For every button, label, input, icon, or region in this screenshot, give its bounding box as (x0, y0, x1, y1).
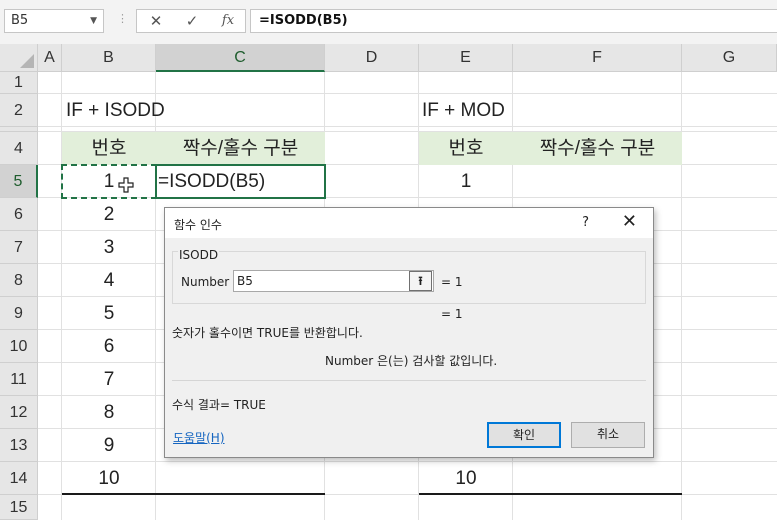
active-cell-formula: =ISODD(B5) (158, 171, 266, 192)
row-header-9[interactable]: 9 (0, 297, 38, 330)
row-header-1[interactable]: 1 (0, 72, 38, 94)
table-cell[interactable]: 8 (62, 396, 156, 429)
formula-bar: B5 ▼ ⋮ ✕ ✓ fx =ISODD(B5) (0, 0, 777, 45)
row-header-7[interactable]: 7 (0, 231, 38, 264)
close-icon[interactable]: ✕ (622, 211, 637, 232)
function-name: ISODD (178, 248, 220, 262)
row-header-8[interactable]: 8 (0, 264, 38, 297)
row-header-4[interactable]: 4 (0, 132, 38, 165)
table-cell[interactable]: 5 (62, 297, 156, 330)
right-table-title[interactable]: IF + MOD (422, 94, 505, 127)
formula-input[interactable]: =ISODD(B5) (250, 9, 777, 33)
row-header-2[interactable]: 2 (0, 94, 38, 127)
function-description: 숫자가 홀수이면 TRUE를 반환합니다. (172, 326, 363, 340)
cell-cursor-icon (118, 177, 134, 193)
column-header-e[interactable]: E (419, 44, 513, 72)
argument-value-preview: = 1 (441, 275, 463, 289)
chevron-down-icon[interactable]: ▼ (90, 10, 97, 32)
select-all-corner[interactable] (0, 44, 38, 72)
help-icon[interactable]: ? (582, 215, 589, 230)
function-value-preview: = 1 (441, 307, 463, 321)
column-header-a[interactable]: A (38, 44, 62, 72)
row-header-14[interactable]: 14 (0, 462, 38, 495)
ok-button[interactable]: 확인 (487, 422, 561, 448)
argument-label: Number (181, 275, 230, 289)
more-options-icon: ⋮ (117, 12, 128, 25)
table-cell[interactable]: 10 (62, 462, 156, 495)
enter-icon[interactable]: ✓ (177, 10, 207, 32)
table-cell[interactable]: 10 (419, 462, 513, 495)
dialog-title: 함수 인수 (174, 218, 222, 232)
row-header-10[interactable]: 10 (0, 330, 38, 363)
table-bottom-border (419, 493, 682, 495)
column-header-g[interactable]: G (682, 44, 777, 72)
function-arguments-dialog: 함수 인수 ? ✕ ISODD Number B5 ⭱ = 1 = 1 숫자가 … (164, 207, 654, 458)
divider (172, 380, 646, 381)
cancel-button[interactable]: 취소 (571, 422, 645, 448)
table-bottom-border (62, 493, 325, 495)
table-cell[interactable]: 3 (62, 231, 156, 264)
left-table-title[interactable]: IF + ISODD (66, 94, 165, 127)
name-box-value: B5 (11, 13, 29, 28)
help-link[interactable]: 도움말(H) (173, 429, 225, 446)
row-header-13[interactable]: 13 (0, 429, 38, 462)
table-cell[interactable]: 9 (62, 429, 156, 462)
row-header-6[interactable]: 6 (0, 198, 38, 231)
table-cell[interactable]: 2 (62, 198, 156, 231)
right-header-type[interactable]: 짝수/홀수 구분 (513, 132, 682, 165)
row-header-12[interactable]: 12 (0, 396, 38, 429)
argument-description: Number 은(는) 검사할 값입니다. (325, 354, 498, 368)
row-header-15[interactable]: 15 (0, 495, 38, 520)
row-header-11[interactable]: 11 (0, 363, 38, 396)
row-header-5[interactable]: 5 (0, 165, 38, 198)
name-box[interactable]: B5 ▼ (4, 9, 104, 33)
formula-result: 수식 결과= TRUE (172, 398, 266, 412)
column-header-c[interactable]: C (156, 44, 325, 72)
table-cell[interactable]: 4 (62, 264, 156, 297)
table-cell[interactable]: 6 (62, 330, 156, 363)
insert-function-icon[interactable]: fx (213, 10, 243, 32)
column-header-b[interactable]: B (62, 44, 156, 72)
column-header-f[interactable]: F (513, 44, 682, 72)
table-cell[interactable]: 7 (62, 363, 156, 396)
reference-selection (61, 164, 157, 199)
formula-buttons: ✕ ✓ fx (136, 9, 246, 33)
active-cell-editor[interactable]: =ISODD(B5) (155, 164, 326, 199)
column-header-d[interactable]: D (325, 44, 419, 72)
table-cell[interactable]: 1 (419, 165, 513, 198)
dialog-title-bar[interactable]: 함수 인수 ? ✕ (165, 208, 653, 238)
cancel-icon[interactable]: ✕ (141, 10, 171, 32)
collapse-dialog-icon[interactable]: ⭱ (409, 271, 432, 291)
number-argument-input[interactable]: B5 (233, 270, 434, 292)
left-header-no[interactable]: 번호 (62, 132, 156, 165)
left-header-type[interactable]: 짝수/홀수 구분 (156, 132, 325, 165)
right-header-no[interactable]: 번호 (419, 132, 513, 165)
